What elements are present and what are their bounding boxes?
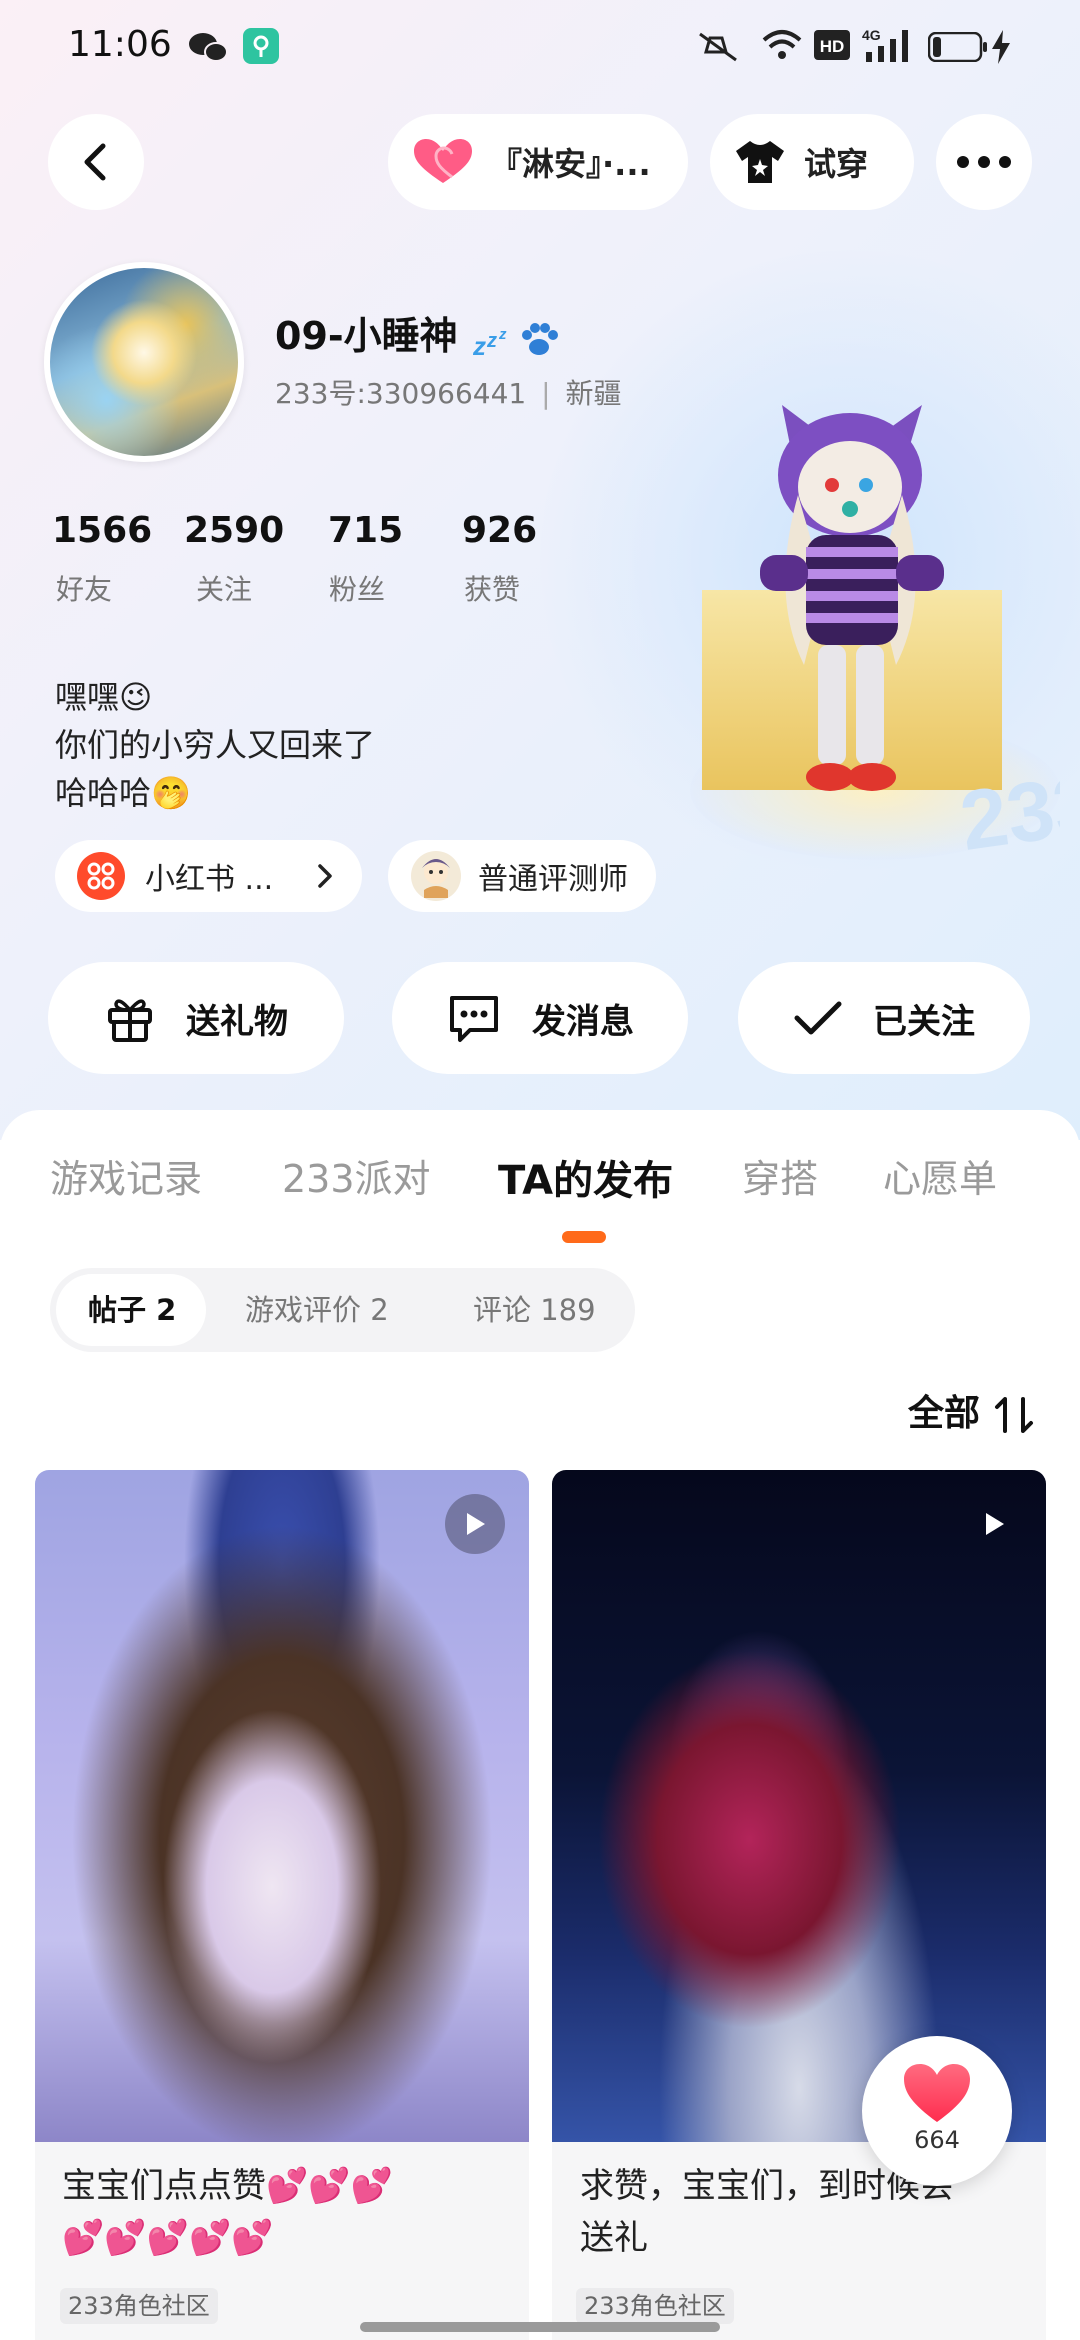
wifi-icon <box>762 30 802 59</box>
user-id: 233号:330966441 <box>275 377 527 410</box>
xiaohongshu-label: 小红书 ... <box>145 862 274 897</box>
sleep-paw-icon: z z z <box>472 322 558 361</box>
tab-wishlist[interactable]: 心愿单 <box>883 1148 997 1203</box>
back-button[interactable] <box>48 114 144 210</box>
segment-game-reviews[interactable]: 游戏评价 2 <box>245 1268 389 1352</box>
svg-text:z: z <box>498 326 507 343</box>
stat-following-value[interactable]: 2590 <box>184 510 284 551</box>
user-location: 新疆 <box>565 377 622 410</box>
gift-icon <box>108 999 152 1042</box>
sort-button[interactable]: 全部 <box>908 1384 1037 1436</box>
xiaohongshu-icon <box>77 852 125 900</box>
status-bar: 11:06 HD 4G <box>0 0 1080 96</box>
like-count: 664 <box>914 2126 960 2154</box>
bio-line: 嘿嘿😉 <box>55 678 153 716</box>
like-button[interactable] <box>862 2036 1012 2186</box>
svg-text:HD: HD <box>820 37 845 56</box>
post-tag[interactable]: 233角色社区 <box>60 2288 218 2324</box>
post-image[interactable] <box>552 1470 1046 2142</box>
bio-line: 你们的小穷人又回来了 <box>55 726 376 764</box>
post-image[interactable] <box>35 1470 529 2142</box>
stat-friends-value[interactable]: 1566 <box>52 510 152 551</box>
send-gift-button[interactable]: 送礼物 <box>48 962 344 1074</box>
mute-icon <box>699 32 737 62</box>
character-figure[interactable]: 233 <box>700 405 1060 875</box>
username-text: 09-小睡神 <box>275 314 458 358</box>
followed-button[interactable]: 已关注 <box>738 962 1030 1074</box>
tab-outfits[interactable]: 穿搭 <box>742 1148 818 1203</box>
stat-friends-label: 好友 <box>56 573 113 606</box>
svg-text:z: z <box>473 331 486 361</box>
post-tag[interactable]: 233角色社区 <box>576 2288 734 2324</box>
user-meta: 233号:330966441 | 新疆 <box>275 372 621 412</box>
chevron-right-icon <box>318 864 332 888</box>
bio-line: 哈哈哈🤭 <box>55 774 191 812</box>
post-title: 💕💕💕💕💕 <box>62 2218 274 2258</box>
tab-indicator <box>562 1231 606 1243</box>
stat-likes-value[interactable]: 926 <box>462 510 537 551</box>
tshirt-icon <box>736 141 784 183</box>
send-message-button[interactable]: 发消息 <box>392 962 688 1074</box>
sort-label: 全部 <box>908 1393 981 1434</box>
tab-233-party[interactable]: 233派对 <box>282 1148 431 1203</box>
username: 09-小睡神 z z z <box>275 305 563 361</box>
svg-text:4G: 4G <box>862 27 881 43</box>
signal-icon: 4G <box>862 27 908 62</box>
play-badge <box>445 1494 505 1554</box>
tab-game-records[interactable]: 游戏记录 <box>50 1148 202 1203</box>
reviewer-label: 普通评测师 <box>478 862 628 897</box>
followed-label: 已关注 <box>873 1001 975 1042</box>
relation-label: 『淋安』·... <box>490 145 651 183</box>
hd-icon: HD <box>814 30 850 60</box>
play-badge <box>964 1494 1024 1554</box>
stat-fans-label: 粉丝 <box>329 573 386 606</box>
post-title: 送礼 <box>580 2218 648 2258</box>
avatar[interactable] <box>44 262 244 462</box>
play-icon <box>986 1513 1004 1535</box>
home-indicator[interactable] <box>360 2322 720 2332</box>
double-heart-icon <box>414 139 472 183</box>
play-icon <box>467 1513 485 1535</box>
try-on-button[interactable]: 试穿 <box>710 114 914 210</box>
try-on-label: 试穿 <box>804 145 869 183</box>
back-arrow-icon <box>84 143 106 181</box>
post-title: 宝宝们点点赞💕💕💕 <box>62 2166 394 2206</box>
battery-icon <box>928 32 987 62</box>
send-message-label: 发消息 <box>532 1001 634 1042</box>
stat-likes-label: 获赞 <box>464 573 521 606</box>
watermark-233: 233 <box>955 755 1060 868</box>
charging-icon <box>992 30 1010 64</box>
relation-badge-button[interactable]: 『淋安』·... <box>388 114 688 210</box>
segment-comments[interactable]: 评论 189 <box>473 1268 596 1352</box>
more-button[interactable] <box>936 114 1032 210</box>
message-icon <box>450 996 498 1042</box>
more-icon <box>957 156 1011 168</box>
send-gift-label: 送礼物 <box>186 1001 288 1042</box>
location-app-icon <box>243 28 279 64</box>
xiaohongshu-link[interactable]: 小红书 ... <box>55 840 362 912</box>
heart-icon <box>904 2064 970 2122</box>
reviewer-avatar-icon <box>411 851 461 901</box>
wechat-icon <box>189 33 228 62</box>
svg-text:z: z <box>486 330 497 352</box>
status-time: 11:06 <box>68 24 172 65</box>
check-icon <box>794 1001 842 1035</box>
sort-icon <box>994 1397 1033 1433</box>
tab-posts[interactable]: TA的发布 <box>498 1148 673 1206</box>
stat-following-label: 关注 <box>196 573 253 606</box>
stat-fans-value[interactable]: 715 <box>328 510 403 551</box>
segment-posts[interactable]: 帖子 2 <box>88 1268 176 1352</box>
meta-separator: | <box>541 377 551 410</box>
reviewer-badge[interactable]: 普通评测师 <box>388 840 656 912</box>
